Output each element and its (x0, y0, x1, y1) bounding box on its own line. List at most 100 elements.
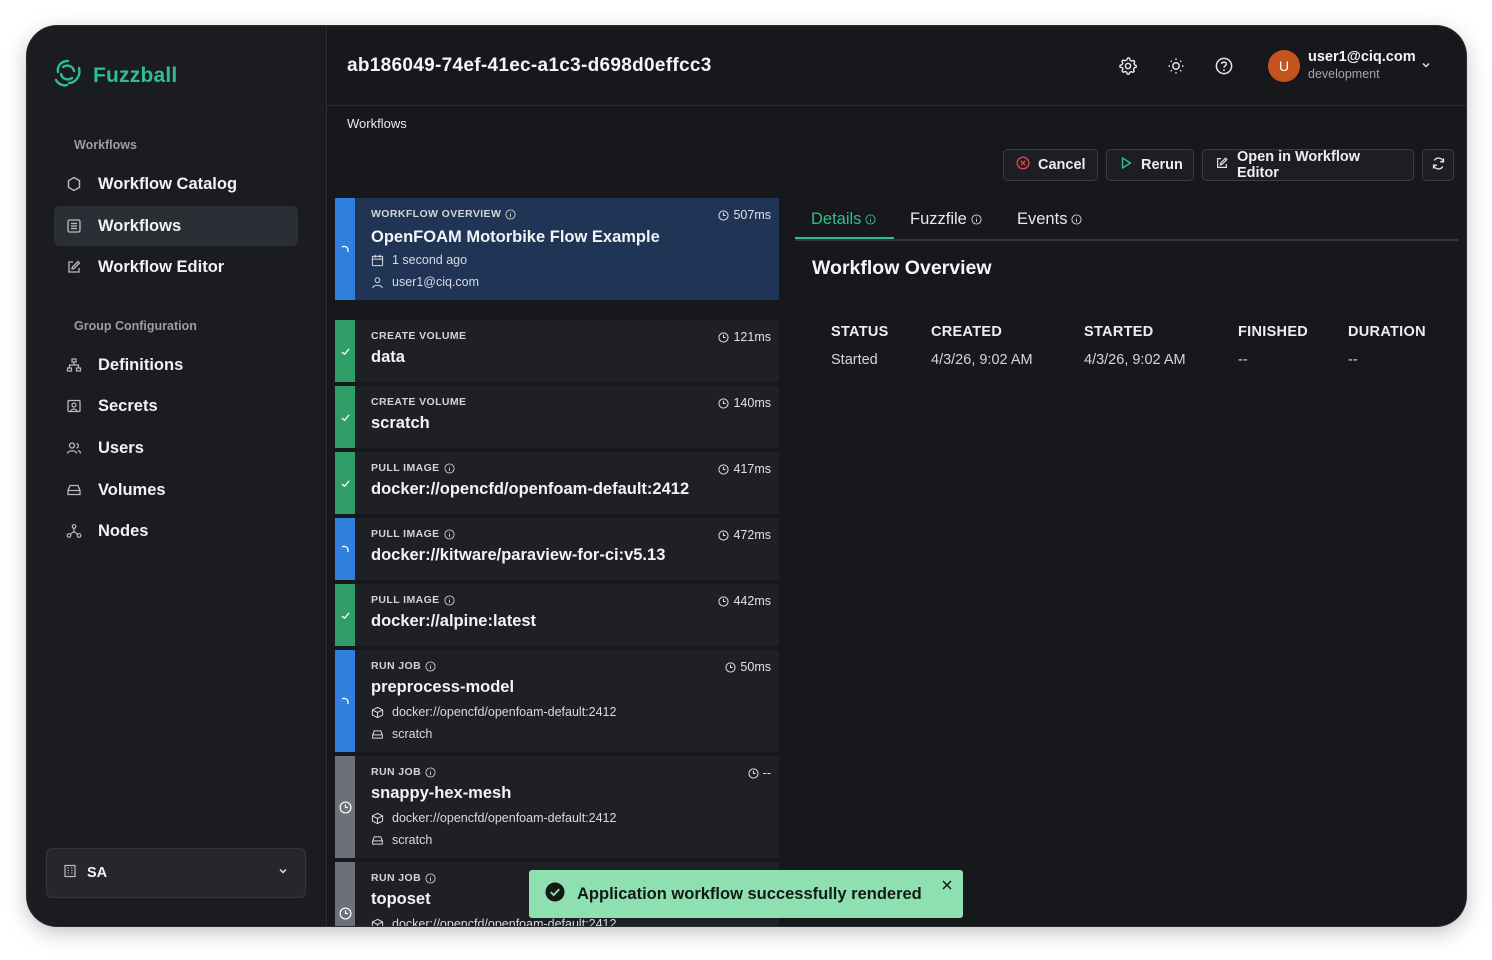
sidebar-item-label: Workflow Editor (98, 257, 225, 276)
step-create-volume-scratch[interactable]: CREATE VOLUME 140ms scratch (335, 386, 779, 448)
detail-tabs: Details Fuzzfile Events (795, 204, 1458, 241)
chevron-down-icon (277, 865, 289, 881)
clock-icon (338, 800, 352, 814)
step-run-job-snappy-hex-mesh[interactable]: RUN JOB -- snappy-hex-mesh docker://open… (335, 756, 779, 858)
list-icon (66, 218, 82, 234)
clock-icon (718, 331, 730, 343)
step-type: CREATE VOLUME (371, 330, 467, 342)
nodes-icon (66, 523, 82, 539)
sidebar-item-definitions[interactable]: Definitions (54, 345, 298, 385)
tab-details[interactable]: Details (811, 210, 876, 229)
box-icon (371, 812, 384, 824)
clock-icon (718, 595, 730, 607)
open-in-workflow-editor-button[interactable]: Open in Workflow Editor (1202, 149, 1414, 181)
step-status-bar (335, 518, 355, 580)
logo[interactable]: Fuzzball (53, 58, 177, 93)
chevron-down-icon[interactable] (1420, 58, 1432, 76)
sidebar-item-label: Users (98, 438, 144, 457)
step-type: PULL IMAGE (371, 462, 455, 474)
active-tab-indicator (795, 237, 894, 239)
edit-icon (1215, 156, 1229, 174)
sidebar-item-nodes[interactable]: Nodes (54, 511, 298, 551)
sidebar-item-users[interactable]: Users (54, 428, 298, 468)
sidebar-item-label: Workflows (98, 216, 182, 235)
user-icon (372, 276, 383, 288)
step-pull-image-openfoam[interactable]: PULL IMAGE 417ms docker://opencfd/openfo… (335, 452, 779, 514)
step-pull-image-alpine[interactable]: PULL IMAGE 442ms docker://alpine:latest (335, 584, 779, 646)
info-icon (865, 214, 876, 225)
success-toast: Application workflow successfully render… (529, 870, 963, 918)
step-status-bar (335, 650, 355, 752)
step-name: toposet (371, 890, 431, 908)
check-icon (340, 347, 350, 355)
finished-value: -- (1238, 352, 1248, 368)
step-duration: -- (748, 766, 771, 780)
step-name: docker://kitware/paraview-for-ci:v5.13 (371, 546, 666, 564)
step-duration: 121ms (718, 330, 771, 344)
step-run-job-preprocess-model[interactable]: RUN JOB 50ms preprocess-model docker://o… (335, 650, 779, 752)
status-value: Started (831, 352, 878, 368)
drive-icon (66, 482, 82, 498)
help-icon[interactable] (1213, 55, 1235, 77)
box-icon (371, 918, 384, 926)
step-type: RUN JOB (371, 766, 436, 778)
sidebar-item-workflow-editor[interactable]: Workflow Editor (54, 247, 298, 287)
close-icon[interactable] (941, 878, 953, 896)
building-icon (63, 864, 77, 882)
sidebar-item-workflow-catalog[interactable]: Workflow Catalog (54, 164, 298, 204)
app-window: Fuzzball Workflows Workflow Catalog Work… (27, 26, 1466, 926)
breadcrumb[interactable]: Workflows (347, 116, 407, 131)
sidebar-item-label: Secrets (98, 396, 158, 415)
step-name: scratch (371, 414, 430, 432)
settings-icon[interactable] (1117, 55, 1139, 77)
info-icon (425, 766, 436, 778)
page-title: ab186049-74ef-41ec-a1c3-d698d0effcc3 (347, 55, 712, 76)
step-created: 1 second ago (371, 253, 467, 267)
step-status-bar (335, 320, 355, 382)
tab-events[interactable]: Events (1017, 210, 1082, 229)
info-icon (971, 214, 982, 225)
step-create-volume-data[interactable]: CREATE VOLUME 121ms data (335, 320, 779, 382)
avatar[interactable]: U (1268, 50, 1300, 82)
clock-icon (718, 463, 730, 475)
overview-title: Workflow Overview (812, 257, 992, 279)
nav-section-workflows: Workflows (74, 138, 137, 152)
step-status-bar (335, 584, 355, 646)
organization-select[interactable]: SA (46, 848, 306, 898)
step-pull-image-paraview[interactable]: PULL IMAGE 472ms docker://kitware/paravi… (335, 518, 779, 580)
tab-fuzzfile[interactable]: Fuzzfile (910, 210, 982, 229)
step-duration: 50ms (725, 660, 771, 674)
step-status-bar (335, 756, 355, 858)
step-duration: 417ms (718, 462, 771, 476)
refresh-button[interactable] (1422, 149, 1454, 181)
started-value: 4/3/26, 9:02 AM (1084, 352, 1186, 368)
step-name: docker://opencfd/openfoam-default:2412 (371, 480, 690, 498)
sidebar-item-volumes[interactable]: Volumes (54, 470, 298, 510)
column-created: CREATED (931, 324, 1003, 340)
sitemap-icon (66, 357, 82, 373)
theme-toggle-bulb-icon[interactable] (1165, 55, 1187, 77)
cancel-circle-icon (1016, 156, 1030, 174)
step-status-bar (335, 198, 355, 300)
fuzzball-logo-icon (53, 58, 83, 93)
cancel-button-label: Cancel (1038, 157, 1086, 173)
drive-icon (372, 729, 383, 739)
info-icon (425, 660, 436, 672)
check-circle-icon (545, 882, 565, 907)
step-workflow-overview[interactable]: WORKFLOW OVERVIEW 507ms OpenFOAM Motorbi… (335, 198, 779, 300)
sidebar-item-workflows[interactable]: Workflows (54, 206, 298, 246)
step-type: CREATE VOLUME (371, 396, 467, 408)
step-name: snappy-hex-mesh (371, 784, 512, 802)
duration-value: -- (1348, 352, 1358, 368)
column-finished: FINISHED (1238, 324, 1309, 340)
sidebar-item-secrets[interactable]: Secrets (54, 386, 298, 426)
user-environment: development (1308, 67, 1380, 81)
drive-icon (372, 835, 383, 845)
step-type: RUN JOB (371, 872, 436, 884)
rerun-button[interactable]: Rerun (1106, 149, 1194, 181)
user-email[interactable]: user1@ciq.com (1308, 49, 1416, 65)
cancel-button[interactable]: Cancel (1003, 149, 1098, 181)
step-status-bar (335, 452, 355, 514)
info-icon (444, 594, 455, 606)
clock-icon (718, 529, 730, 541)
